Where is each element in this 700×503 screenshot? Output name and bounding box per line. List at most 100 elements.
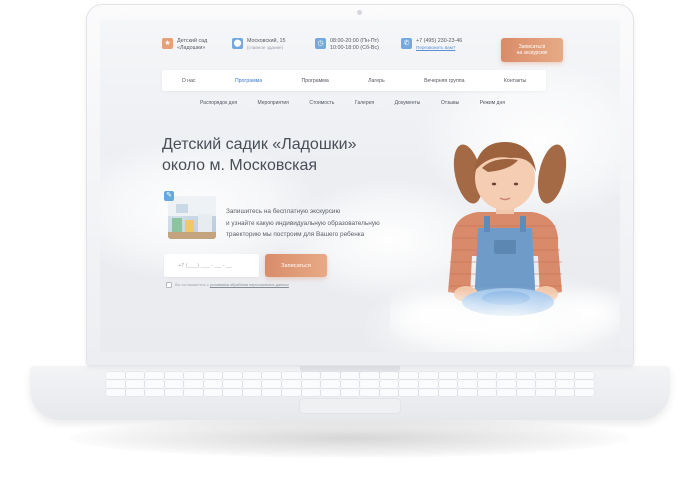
keyboard-key xyxy=(555,380,575,388)
callback-link[interactable]: Перезвонить вам? xyxy=(416,45,462,51)
subnav-item-events[interactable]: Мероприятия xyxy=(258,100,289,106)
subnav-item-reviews[interactable]: Отзывы xyxy=(441,100,459,106)
keyboard-key xyxy=(575,372,594,380)
hero-lead: Запишитесь на бесплатную экскурсию и узн… xyxy=(226,206,411,241)
keyboard-key xyxy=(145,380,164,388)
keyboard-key xyxy=(418,380,438,388)
header-address: ⬤ Московский, 15 (главное здание) xyxy=(232,38,286,51)
keyboard-key xyxy=(575,380,594,388)
keyboard-key xyxy=(223,380,242,388)
sub-nav: Распорядок дня Мероприятия Стоимость Гал… xyxy=(200,100,505,106)
hours-line1: 08:00-20:00 (Пн-Пт) xyxy=(330,38,379,44)
keyboard-key xyxy=(164,380,184,388)
keyboard-key xyxy=(555,388,575,396)
keyboard-key xyxy=(536,372,555,380)
keyboard-key xyxy=(184,388,203,396)
hero-title-line1: Детский садик «Ладошки» xyxy=(162,136,357,153)
keyboard-key xyxy=(516,372,536,380)
keyboard-key xyxy=(399,372,418,380)
site-logo[interactable]: ★ Детский сад «Ладошки» xyxy=(162,38,207,52)
laptop-shadow xyxy=(70,418,630,458)
keyboard-key xyxy=(340,372,360,380)
clock-icon: ◷ xyxy=(315,38,326,49)
keyboard-key xyxy=(477,388,497,396)
nav-item-program-active[interactable]: Программа xyxy=(235,78,262,84)
address-line1: Московский, 15 xyxy=(247,38,286,44)
laptop-keyboard xyxy=(106,372,594,396)
address-line2: (главное здание) xyxy=(247,45,284,51)
keyboard-key xyxy=(399,388,418,396)
keyboard-key xyxy=(282,380,301,388)
main-nav: О нас Программа Программа Лагерь Вечерня… xyxy=(162,70,546,91)
map-pin-icon: ⬤ xyxy=(232,38,243,49)
keyboard-key xyxy=(203,372,223,380)
keyboard-key xyxy=(203,388,223,396)
keyboard-key xyxy=(125,380,145,388)
pencil-icon: ✎ xyxy=(164,191,174,201)
hours-line2: 10:00-18:00 (Сб-Вс) xyxy=(330,45,379,52)
keyboard-key xyxy=(477,380,497,388)
subnav-item-price[interactable]: Стоимость xyxy=(309,100,334,106)
nav-item-contacts[interactable]: Контакты xyxy=(504,78,526,84)
phone-placeholder: +7 (___) ___ - __ - __ xyxy=(178,262,233,269)
keyboard-key xyxy=(516,380,536,388)
hero-title-line2: около м. Московская xyxy=(162,157,318,174)
keyboard-key xyxy=(379,380,399,388)
hero-title: Детский садик «Ладошки» около м. Московс… xyxy=(162,134,357,176)
header-hours: ◷ 08:00-20:00 (Пн-Пт) 10:00-18:00 (Сб-Вс… xyxy=(315,38,379,52)
keyboard-key xyxy=(555,372,575,380)
nav-item-camp[interactable]: Лагерь xyxy=(368,78,385,84)
girl-illustration xyxy=(390,142,620,352)
keyboard-key xyxy=(184,372,203,380)
keyboard-key xyxy=(321,388,340,396)
subnav-item-daily-routine[interactable]: Режим дня xyxy=(480,100,505,106)
keyboard-key xyxy=(145,372,164,380)
keyboard-key xyxy=(184,380,203,388)
phone-icon: ✆ xyxy=(401,38,412,49)
keyboard-key xyxy=(497,372,516,380)
keyboard-key xyxy=(321,372,340,380)
keyboard-key xyxy=(125,388,145,396)
subnav-item-documents[interactable]: Документы xyxy=(395,100,421,106)
excursion-signup-button[interactable]: Записаться на экскурсию xyxy=(501,38,563,62)
camera-icon xyxy=(357,10,362,15)
keyboard-key xyxy=(458,380,477,388)
nav-item-evening-group[interactable]: Вечерняя группа xyxy=(424,78,464,84)
phone-input[interactable]: +7 (___) ___ - __ - __ xyxy=(164,254,259,277)
keyboard-key xyxy=(301,372,321,380)
subnav-item-schedule[interactable]: Распорядок дня xyxy=(200,100,237,106)
consent-link[interactable]: условиями обработки персональных данных xyxy=(210,283,289,287)
keyboard-key xyxy=(497,380,516,388)
contact-phone[interactable]: +7 (495) 230-23-46 xyxy=(416,38,462,45)
keyboard-key xyxy=(477,372,497,380)
laptop-screen: ★ Детский сад «Ладошки» ⬤ Московский, 15… xyxy=(100,20,620,352)
nav-item-program[interactable]: Программа xyxy=(302,78,329,84)
signup-submit-button[interactable]: Записаться xyxy=(265,254,327,277)
keyboard-key xyxy=(262,380,282,388)
laptop-trackpad xyxy=(300,399,400,413)
keyboard-key xyxy=(360,380,379,388)
keyboard-key xyxy=(223,372,242,380)
keyboard-key xyxy=(379,388,399,396)
keyboard-key xyxy=(242,380,262,388)
keyboard-key xyxy=(360,372,379,380)
keyboard-key xyxy=(379,372,399,380)
keyboard-key xyxy=(321,380,340,388)
keyboard-key xyxy=(145,388,164,396)
subnav-item-gallery[interactable]: Галерея xyxy=(355,100,374,106)
lead-line1: Запишитесь на бесплатную экскурсию xyxy=(226,208,341,215)
keyboard-key xyxy=(458,372,477,380)
keyboard-key xyxy=(106,388,125,396)
keyboard-key xyxy=(106,372,125,380)
keyboard-key xyxy=(242,388,262,396)
lead-line3: траекторию мы построим для Вашего ребенк… xyxy=(226,231,365,238)
nav-item-about[interactable]: О нас xyxy=(182,78,196,84)
keyboard-key xyxy=(418,388,438,396)
consent-prefix: Вы соглашаетесь с xyxy=(175,283,209,287)
consent-text: Вы соглашаетесь с условиями обработки пе… xyxy=(175,283,289,287)
star-icon: ★ xyxy=(162,38,173,49)
keyboard-key xyxy=(360,388,379,396)
consent-checkbox[interactable] xyxy=(166,282,172,288)
header-contact: ✆ +7 (495) 230-23-46 Перезвонить вам? xyxy=(401,38,462,51)
keyboard-key xyxy=(282,372,301,380)
